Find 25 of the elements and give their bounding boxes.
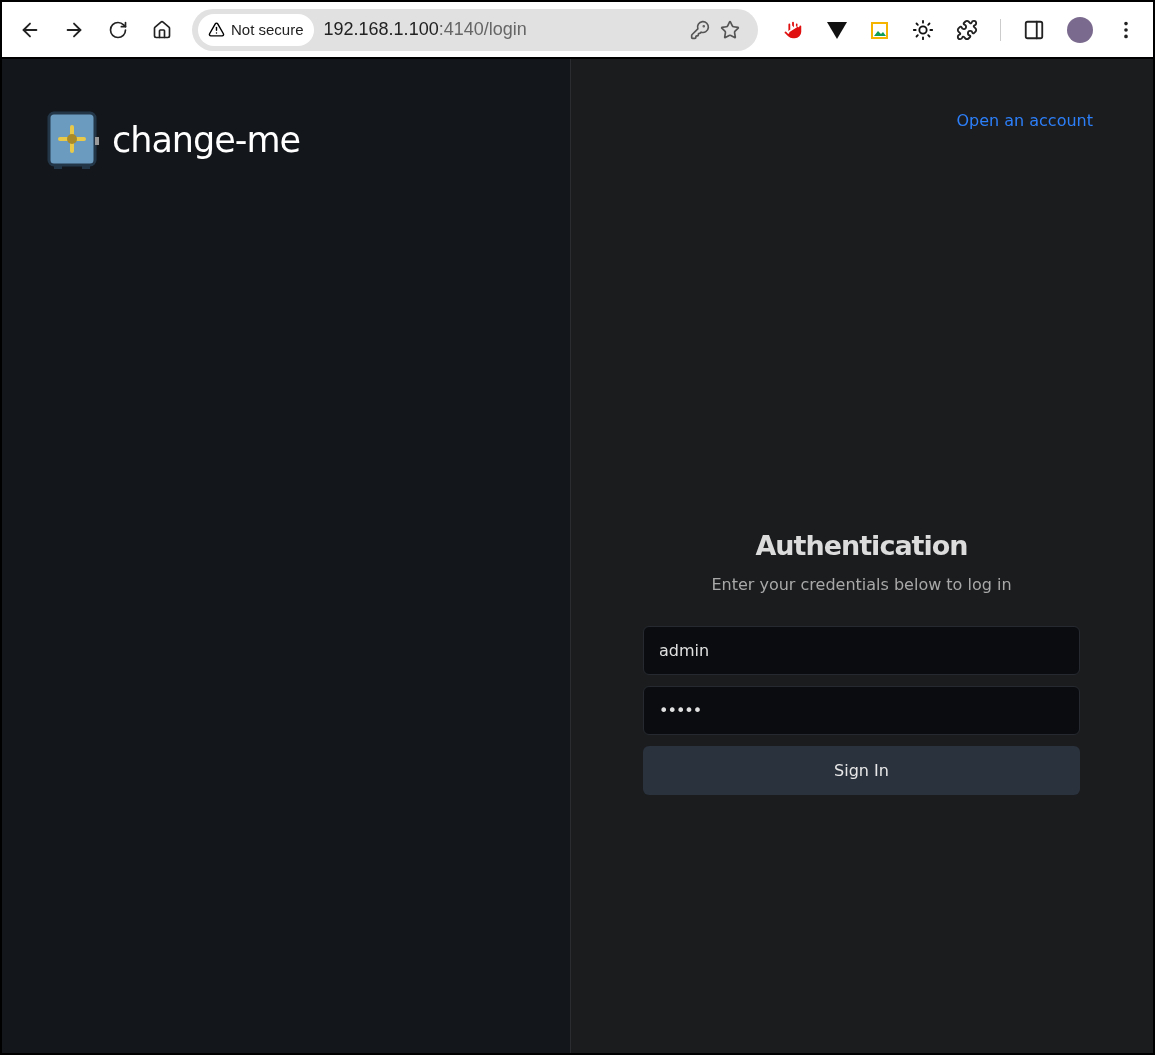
bookmark-star-icon[interactable] xyxy=(720,19,740,40)
stop-hand-icon[interactable] xyxy=(782,18,804,41)
triangle-icon[interactable] xyxy=(826,19,848,40)
login-subtitle: Enter your credentials below to log in xyxy=(710,575,1013,594)
url-host: 192.168.1.100 xyxy=(323,19,439,40)
brand-name: change-me xyxy=(112,120,301,160)
address-bar[interactable]: Not secure 192.168.1.100:4140/login xyxy=(192,8,758,51)
reload-icon[interactable] xyxy=(108,19,128,40)
url-path: :4140/login xyxy=(438,19,527,40)
home-icon[interactable] xyxy=(152,19,172,40)
key-icon[interactable] xyxy=(690,19,710,40)
side-panel-icon[interactable] xyxy=(1023,18,1045,41)
sun-icon[interactable] xyxy=(912,18,934,41)
login-title: Authentication xyxy=(754,530,969,561)
image-icon[interactable] xyxy=(870,19,890,40)
security-label: Not secure xyxy=(231,21,304,38)
warning-icon xyxy=(208,21,225,38)
security-chip[interactable]: Not secure xyxy=(198,13,314,46)
open-account-link[interactable]: Open an account xyxy=(956,111,1093,130)
password-field[interactable]: ••••• xyxy=(643,686,1080,735)
safe-icon xyxy=(46,109,100,171)
sign-in-button[interactable]: Sign In xyxy=(643,746,1080,795)
username-field[interactable]: admin xyxy=(643,626,1080,675)
extensions-icon[interactable] xyxy=(956,18,978,41)
profile-avatar[interactable] xyxy=(1067,16,1093,43)
